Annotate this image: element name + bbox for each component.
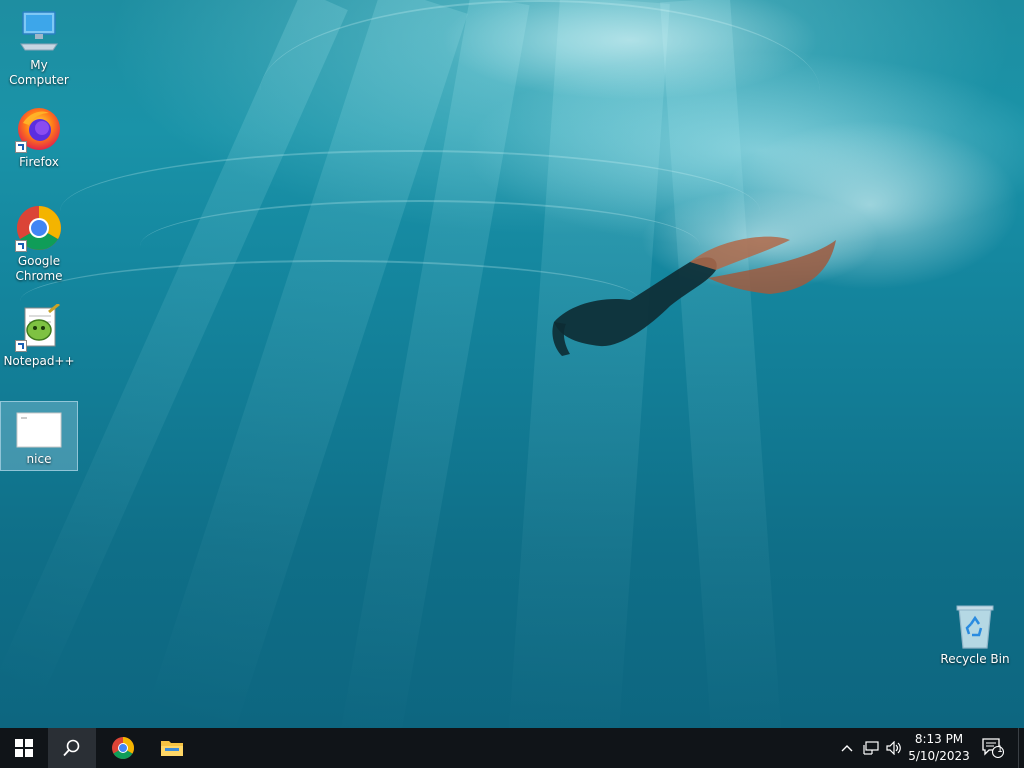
file-icon: [15, 410, 63, 450]
chrome-icon: [15, 204, 63, 252]
desktop-icon-label: Notepad++: [3, 354, 75, 368]
network-icon: [863, 741, 879, 755]
shortcut-arrow-icon: [15, 240, 27, 252]
recycle-bin-icon: [951, 602, 999, 650]
folder-icon: [161, 741, 183, 756]
notification-count-badge: 1: [997, 745, 1003, 755]
clock[interactable]: 8:13 PM 5/10/2023: [904, 731, 974, 765]
desktop-icon-recycle-bin[interactable]: Recycle Bin: [937, 602, 1013, 667]
desktop-icon-label: Firefox: [19, 155, 59, 169]
shortcut-arrow-icon: [15, 141, 27, 153]
show-hidden-icons-button[interactable]: [836, 728, 858, 768]
desktop-icon-label: nice: [26, 452, 52, 466]
taskbar-file-explorer-button[interactable]: [148, 728, 196, 768]
chrome-icon: [112, 737, 134, 759]
desktop-icon-my-computer[interactable]: My Computer: [1, 8, 77, 88]
desktop-icon-google-chrome[interactable]: Google Chrome: [1, 204, 77, 284]
taskbar: 8:13 PM 5/10/2023 1: [0, 728, 1024, 768]
network-button[interactable]: [860, 728, 882, 768]
clock-time: 8:13 PM: [914, 732, 964, 746]
chevron-up-icon: [841, 745, 853, 752]
desktop-icon-label: Recycle Bin: [940, 652, 1010, 666]
diver-illustration: [552, 236, 836, 356]
desktop-icon-label: My Computer: [9, 58, 69, 87]
desktop-icon-notepad-plus-plus[interactable]: Notepad++: [1, 302, 77, 369]
taskbar-chrome-button[interactable]: [99, 728, 147, 768]
search-icon: [63, 739, 80, 757]
volume-button[interactable]: [883, 728, 905, 768]
shortcut-arrow-icon: [15, 340, 27, 352]
start-button[interactable]: [0, 728, 48, 768]
desktop-icon-nice[interactable]: nice: [0, 401, 78, 471]
search-button[interactable]: [48, 728, 96, 768]
show-desktop-button[interactable]: [1018, 728, 1024, 768]
notepadpp-icon: [15, 302, 63, 352]
computer-icon: [15, 8, 63, 56]
volume-icon: [886, 741, 901, 755]
desktop-background[interactable]: My Computer Firefox Google Chrome Notepa…: [0, 0, 1024, 728]
action-center-button[interactable]: 1: [978, 728, 1008, 768]
desktop-icon-firefox[interactable]: Firefox: [1, 105, 77, 170]
desktop-icon-label: Google Chrome: [15, 254, 63, 283]
clock-date: 5/10/2023: [908, 749, 970, 763]
firefox-icon: [15, 105, 63, 153]
windows-logo-icon: [15, 739, 33, 757]
